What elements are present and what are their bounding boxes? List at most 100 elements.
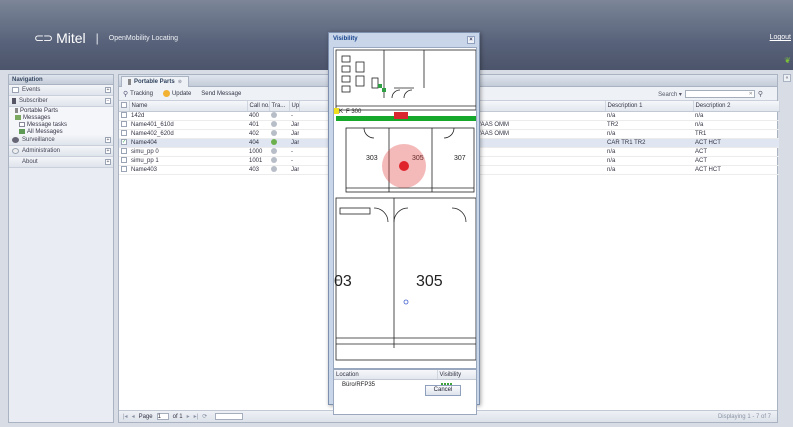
checkbox[interactable]: [121, 102, 127, 109]
next-page-icon[interactable]: ▸: [187, 413, 190, 420]
cell-description-2: ACT: [693, 156, 779, 166]
cell-update: Jar: [289, 165, 299, 175]
nav-item-all-messages[interactable]: All Messages: [9, 128, 113, 135]
row-select-cell: [119, 156, 129, 166]
nav-section-label: Subscriber: [19, 98, 48, 104]
refresh-icon[interactable]: ⟳: [202, 413, 207, 420]
nav-item-messages[interactable]: Messages: [9, 114, 113, 121]
collapse-icon[interactable]: −: [105, 98, 111, 104]
dialog-title: Visibility ×: [329, 33, 479, 47]
cell-name: 142d: [129, 111, 247, 121]
panel-collapse-icon[interactable]: «: [783, 74, 791, 82]
mitel-logo-icon: ⊂⊃: [34, 31, 53, 45]
row-checkbox[interactable]: ✓: [121, 139, 127, 146]
select-all-header[interactable]: [119, 101, 130, 112]
update-icon: [162, 90, 170, 97]
cell-name: Name401_610d: [129, 120, 247, 130]
button-label: Tracking: [130, 90, 153, 97]
tracking-on-icon[interactable]: [271, 139, 277, 146]
map-tag-k: K: [339, 109, 343, 115]
tracking-off-icon[interactable]: [271, 130, 277, 137]
map-label-big-305: 305: [416, 273, 443, 290]
nav-section-events[interactable]: Events +: [9, 85, 113, 96]
nav-section-subscriber[interactable]: Subscriber −: [9, 96, 113, 107]
tracking-off-icon[interactable]: [271, 157, 277, 164]
cell-tracking: [269, 120, 289, 130]
phone-icon: [15, 108, 18, 113]
cell-call-no: 403: [247, 165, 269, 175]
prev-page-icon[interactable]: ◂: [132, 413, 135, 420]
column-header-update[interactable]: Up: [289, 101, 300, 112]
row-checkbox[interactable]: [121, 112, 127, 119]
cell-call-no: 400: [247, 111, 269, 121]
search-input[interactable]: ✕: [684, 90, 755, 98]
cell-name: Name402_620d: [129, 129, 247, 139]
tracking-off-icon[interactable]: [271, 112, 277, 119]
column-header-visibility[interactable]: Visibility: [436, 370, 476, 379]
search-icon[interactable]: ⚲: [758, 90, 763, 98]
first-page-icon[interactable]: |◂: [123, 413, 128, 420]
tracking-off-icon[interactable]: [271, 148, 277, 155]
cell-update: Jar: [289, 120, 299, 130]
tracking-button[interactable]: ⚲ Tracking: [123, 90, 153, 98]
cell-call-no: 1001: [247, 156, 269, 166]
expand-icon[interactable]: +: [105, 159, 111, 165]
displaying-count: Displaying 1 - 7 of 7: [717, 414, 771, 420]
nav-section-about[interactable]: About +: [9, 157, 113, 168]
row-checkbox[interactable]: [121, 157, 127, 164]
cell-call-no: 1000: [247, 147, 269, 157]
column-header-location[interactable]: Location: [334, 370, 437, 379]
cancel-button[interactable]: Cancel: [425, 385, 461, 396]
nav-section-surveillance[interactable]: Surveillance +: [9, 135, 113, 146]
cell-name: Name404: [129, 138, 247, 148]
tracking-off-icon[interactable]: [271, 121, 277, 128]
map-label-303: 303: [366, 155, 378, 162]
clear-icon[interactable]: ✕: [749, 91, 753, 97]
page-value: 1: [157, 414, 161, 420]
button-label: Update: [171, 90, 192, 97]
cell-name: Name403: [129, 165, 247, 175]
nav-item-message-tasks[interactable]: Message tasks: [9, 121, 113, 128]
row-select-cell: [119, 120, 129, 130]
tab-portable-parts[interactable]: Portable Parts ⊗: [121, 76, 189, 87]
column-header-description-2[interactable]: Description 2: [693, 101, 780, 112]
cell-description-1: n/a: [605, 129, 693, 139]
search-dropdown[interactable]: Search ▾: [658, 91, 682, 98]
row-checkbox[interactable]: [121, 130, 127, 137]
cell-tracking: [269, 129, 289, 139]
expand-icon[interactable]: +: [105, 87, 111, 93]
logo-separator: |: [95, 31, 99, 45]
page-input[interactable]: 1: [156, 413, 169, 420]
cell-description-1: n/a: [605, 156, 693, 166]
cell-tracking: [269, 156, 289, 166]
floor-plan-map[interactable]: K F 300 303 305 307 03 305: [333, 47, 477, 369]
nav-item-portable-parts[interactable]: Portable Parts: [9, 107, 113, 114]
close-icon[interactable]: ×: [467, 36, 475, 44]
update-button[interactable]: Update: [162, 90, 192, 97]
row-checkbox[interactable]: [121, 166, 127, 173]
column-header-tracking[interactable]: Tra...: [269, 101, 290, 112]
send-message-button[interactable]: Send Message: [201, 91, 241, 97]
row-checkbox[interactable]: [121, 121, 127, 128]
leaf-icon: ❦: [784, 56, 791, 65]
column-header-description-1[interactable]: Description 1: [605, 101, 694, 112]
button-label: Send Message: [201, 90, 242, 97]
all-messages-icon: [19, 129, 25, 134]
location-name: Büro/RFP35: [342, 382, 376, 388]
cell-tracking: [269, 165, 289, 175]
tracking-off-icon[interactable]: [271, 166, 277, 173]
eye-icon: [12, 137, 19, 143]
column-header-name[interactable]: Name: [129, 101, 248, 112]
column-header-call-no[interactable]: Call no.: [247, 101, 270, 112]
close-icon[interactable]: ⊗: [178, 79, 182, 85]
expand-icon[interactable]: +: [105, 148, 111, 154]
app-name: OpenMobility Locating: [108, 34, 179, 42]
last-page-icon[interactable]: ▸|: [194, 413, 199, 420]
row-select-cell: [119, 147, 129, 157]
expand-icon[interactable]: +: [105, 137, 111, 143]
row-checkbox[interactable]: [121, 148, 127, 155]
nav-section-administration[interactable]: Administration +: [9, 146, 113, 157]
rfp-marker-icon: [403, 299, 409, 305]
page-size-input[interactable]: [215, 413, 244, 420]
logout-link[interactable]: Logout: [770, 34, 791, 41]
